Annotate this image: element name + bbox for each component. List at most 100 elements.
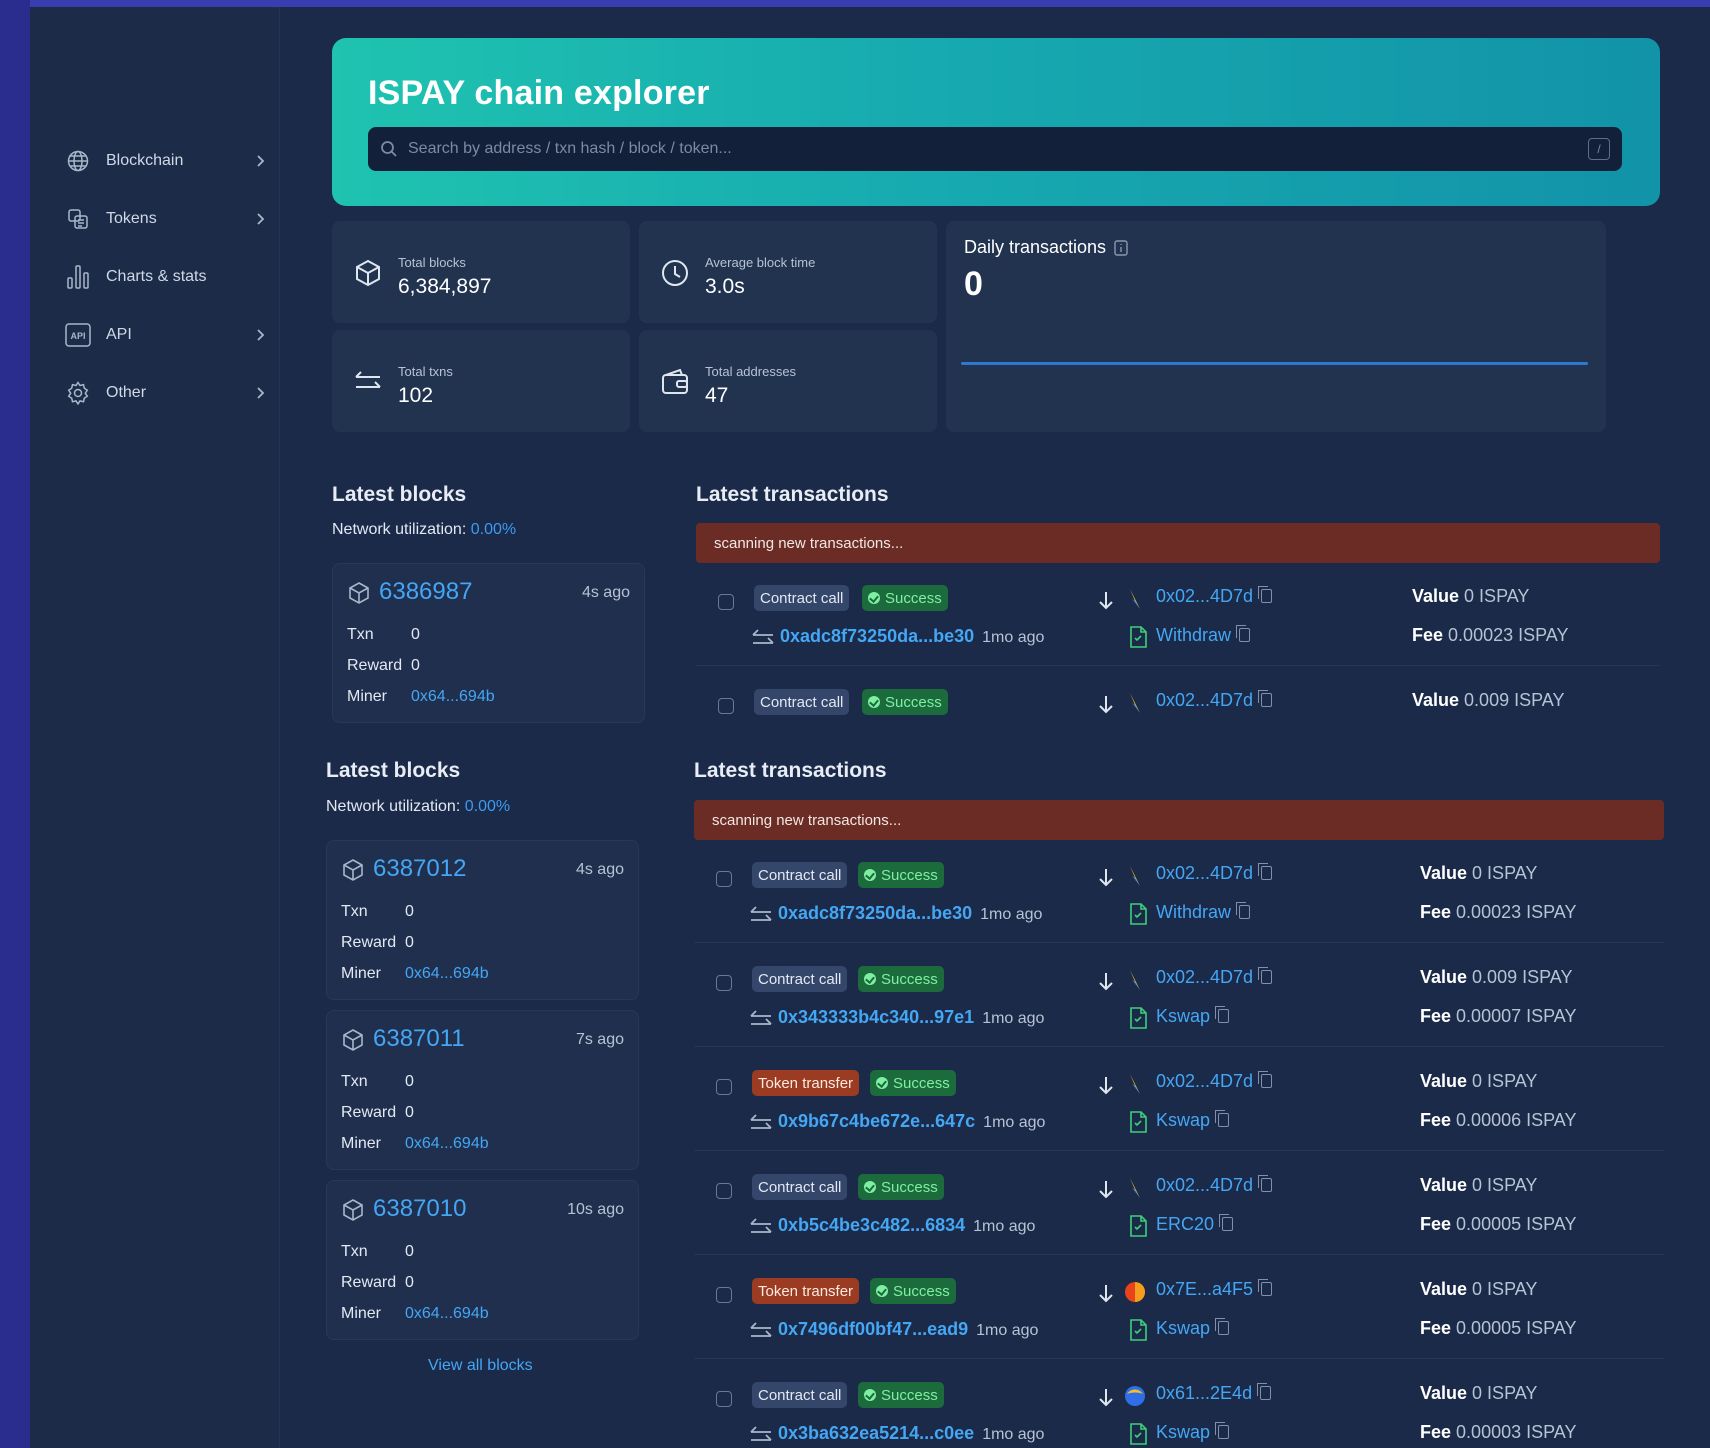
sidebar-item-other[interactable]: Other <box>64 373 274 413</box>
method-link[interactable]: ERC20 <box>1156 1214 1234 1235</box>
transaction-fee: Fee 0.00007 ISPAY <box>1420 1006 1577 1026</box>
transfer-arrows-icon <box>750 1218 772 1233</box>
copy-icon[interactable] <box>1215 1422 1230 1439</box>
transaction-checkbox[interactable] <box>718 594 734 610</box>
copy-icon[interactable] <box>1258 1175 1273 1192</box>
block-txn-count: 0 <box>405 903 414 920</box>
view-all-blocks-link[interactable]: View all blocks <box>428 1357 533 1375</box>
method-link[interactable]: Kswap <box>1156 1006 1230 1027</box>
sidebar-item-api[interactable]: API API <box>64 315 274 355</box>
block-number-link[interactable]: 6387011 <box>373 1025 465 1053</box>
transaction-hash-link[interactable]: 0x7496df00bf47...ead9 1mo ago <box>778 1319 1038 1340</box>
status-badge: Success <box>870 1070 956 1096</box>
daily-transactions-line <box>961 362 1588 365</box>
cube-icon <box>343 859 363 881</box>
from-address-link[interactable]: 0x02...4D7d <box>1156 690 1273 711</box>
daily-transactions-value: 0 <box>964 265 983 303</box>
copy-icon[interactable] <box>1215 1318 1230 1335</box>
block-age: 4s ago <box>575 861 624 878</box>
copy-icon[interactable] <box>1258 863 1273 880</box>
search-input[interactable] <box>408 140 1588 158</box>
transaction-checkbox[interactable] <box>716 1287 732 1303</box>
transaction-hash-link[interactable]: 0xb5c4be3c482...6834 1mo ago <box>778 1215 1035 1236</box>
copy-icon[interactable] <box>1258 1279 1273 1296</box>
copy-icon[interactable] <box>1258 1071 1273 1088</box>
sidebar-item-charts-stats[interactable]: Charts & stats <box>64 257 274 297</box>
chevron-right-icon <box>257 213 265 225</box>
sidebar-item-label: Tokens <box>106 210 157 227</box>
copy-icon[interactable] <box>1219 1214 1234 1231</box>
gear-icon <box>64 379 92 407</box>
block-miner-link[interactable]: 0x64...694b <box>405 1135 489 1153</box>
transaction-hash-link[interactable]: 0x343333b4c340...97e1 1mo ago <box>778 1007 1044 1028</box>
copy-icon[interactable] <box>1257 1383 1272 1400</box>
chart-icon <box>64 263 92 291</box>
transaction-fee: Fee 0.00006 ISPAY <box>1420 1110 1577 1130</box>
transaction-age: 1mo ago <box>982 1010 1045 1027</box>
from-address-link[interactable]: 0x02...4D7d <box>1156 863 1273 884</box>
block-number-link[interactable]: 6387010 <box>373 1195 466 1223</box>
info-icon[interactable] <box>1114 239 1128 256</box>
transaction-age: 1mo ago <box>982 629 1045 646</box>
transaction-hash-link[interactable]: 0xadc8f73250da...be30 1mo ago <box>780 626 1044 647</box>
sidebar-item-blockchain[interactable]: Blockchain <box>64 141 274 181</box>
copy-icon[interactable] <box>1215 1110 1230 1127</box>
from-address-link[interactable]: 0x02...4D7d <box>1156 1071 1273 1092</box>
block-card[interactable]: 6387010 10s ago Txn 0 Reward 0 Miner 0x64..… <box>326 1180 639 1340</box>
transaction-row[interactable]: Contract call Success 0x02...4D7d Value … <box>696 674 1660 730</box>
transaction-checkbox[interactable] <box>716 871 732 887</box>
block-txn-count: 0 <box>405 1243 414 1260</box>
search-bar[interactable]: / <box>368 127 1622 171</box>
copy-icon[interactable] <box>1236 625 1251 642</box>
transaction-checkbox[interactable] <box>716 1079 732 1095</box>
flame-token-icon <box>1125 1282 1145 1302</box>
block-card[interactable]: 6387012 4s ago Txn 0 Reward 0 Miner 0x64...… <box>326 840 639 1000</box>
transaction-checkbox[interactable] <box>718 698 734 714</box>
transaction-hash-link[interactable]: 0x3ba632ea5214...c0ee 1mo ago <box>778 1423 1044 1444</box>
block-number-link[interactable]: 6387012 <box>373 855 466 883</box>
transaction-checkbox[interactable] <box>716 1183 732 1199</box>
copy-icon[interactable] <box>1215 1006 1230 1023</box>
stat-value: 3.0s <box>705 275 745 298</box>
copy-icon[interactable] <box>1258 967 1273 984</box>
transaction-hash-link[interactable]: 0x9b67c4be672e...647c 1mo ago <box>778 1111 1045 1132</box>
check-icon <box>868 696 880 708</box>
block-number-link[interactable]: 6386987 <box>379 578 472 606</box>
from-address-link[interactable]: 0x02...4D7d <box>1156 967 1273 988</box>
transaction-row[interactable]: Contract call Success 0xadc8f73250da...be3… <box>694 847 1664 943</box>
from-address-link[interactable]: 0x61...2E4d <box>1156 1383 1272 1404</box>
block-miner-link[interactable]: 0x64...694b <box>411 688 495 706</box>
transaction-value: Value 0 ISPAY <box>1420 863 1538 883</box>
transaction-row[interactable]: Token transfer Success 0x9b67c4be672e...64… <box>694 1055 1664 1151</box>
sidebar-item-tokens[interactable]: Tokens <box>64 199 274 239</box>
method-link[interactable]: Kswap <box>1156 1422 1230 1443</box>
transaction-row[interactable]: Contract call Success 0x343333b4c340...97e… <box>694 951 1664 1047</box>
from-address-link[interactable]: 0x7E...a4F5 <box>1156 1279 1273 1300</box>
method-link[interactable]: Kswap <box>1156 1110 1230 1131</box>
transaction-hash-link[interactable]: 0xadc8f73250da...be30 1mo ago <box>778 903 1042 924</box>
copy-icon[interactable] <box>1236 902 1251 919</box>
transaction-checkbox[interactable] <box>716 975 732 991</box>
scanning-banner: scanning new transactions... <box>696 523 1660 563</box>
transaction-row[interactable]: Token transfer Success 0x7496df00bf47...ea… <box>694 1263 1664 1359</box>
arrow-down-icon <box>1099 1181 1113 1199</box>
network-utilization: Network utilization: 0.00% <box>332 521 517 538</box>
block-miner-link[interactable]: 0x64...694b <box>405 965 489 983</box>
block-card[interactable]: 6387011 7s ago Txn 0 Reward 0 Miner 0x64...… <box>326 1010 639 1170</box>
block-card[interactable]: 6386987 4s ago Txn 0 Reward 0 Miner 0x64...… <box>332 563 645 723</box>
method-link[interactable]: Kswap <box>1156 1318 1230 1339</box>
stat-label: Total txns <box>398 364 453 379</box>
transaction-checkbox[interactable] <box>716 1391 732 1407</box>
block-miner-link[interactable]: 0x64...694b <box>405 1305 489 1323</box>
from-address-link[interactable]: 0x02...4D7d <box>1156 586 1273 607</box>
method-link[interactable]: Withdraw <box>1156 625 1251 646</box>
transaction-row[interactable]: Contract call Success 0xadc8f73250da...b… <box>696 570 1660 666</box>
copy-icon[interactable] <box>1258 586 1273 603</box>
transaction-row[interactable]: Contract call Success 0xb5c4be3c482...6834… <box>694 1159 1664 1255</box>
from-address-link[interactable]: 0x02...4D7d <box>1156 1175 1273 1196</box>
transaction-row[interactable]: Contract call Success 0x3ba632ea5214...c0e… <box>694 1367 1664 1448</box>
svg-text:API: API <box>70 331 85 341</box>
method-link[interactable]: Withdraw <box>1156 902 1251 923</box>
latest-transactions-title: Latest transactions <box>696 483 889 506</box>
copy-icon[interactable] <box>1258 690 1273 707</box>
